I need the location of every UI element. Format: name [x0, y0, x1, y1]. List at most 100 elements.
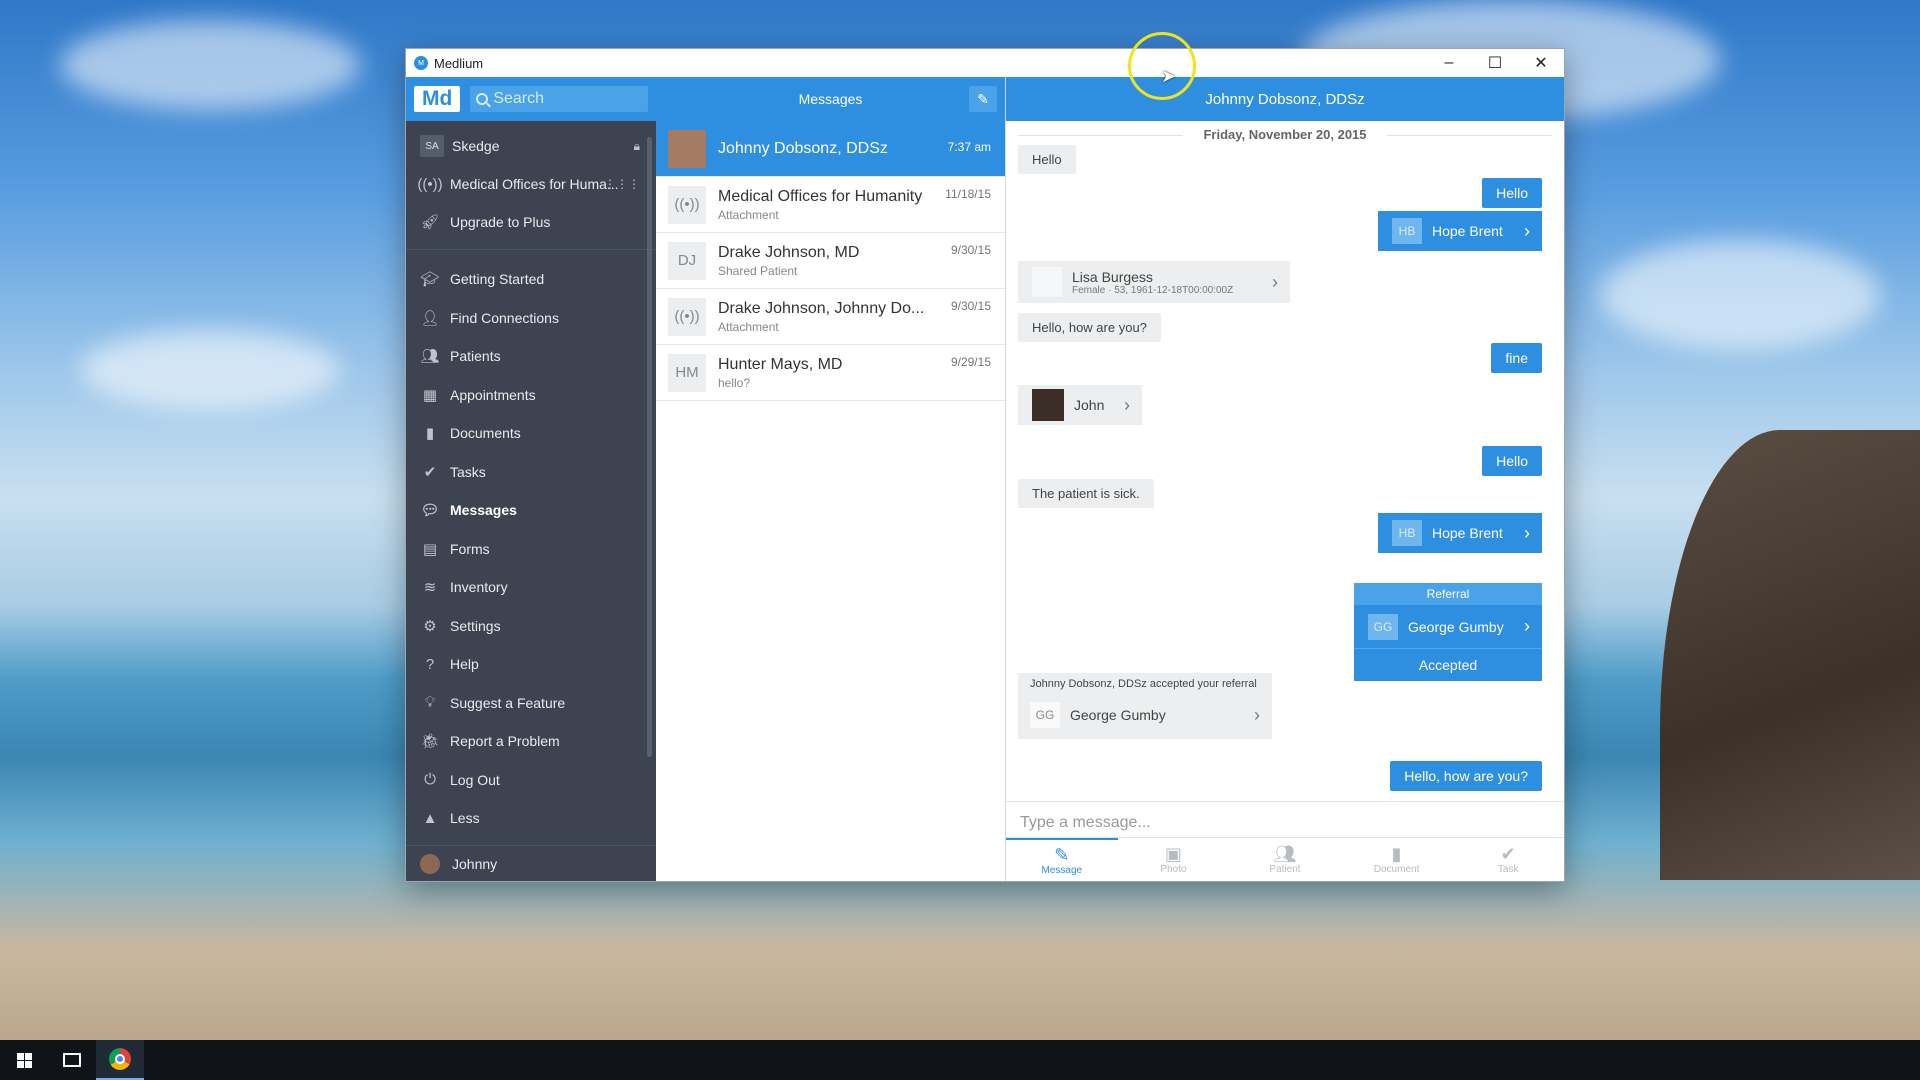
patient-icon: [1032, 267, 1062, 297]
shared-photo-card[interactable]: John ›: [1018, 385, 1142, 425]
sidebar-item-forms[interactable]: ▤ Forms: [406, 530, 656, 569]
referral-card[interactable]: Referral GG George Gumby › Accepted: [1354, 583, 1542, 681]
sidebar-item-tasks[interactable]: ✔ Tasks: [406, 453, 656, 492]
sidebar-item-settings[interactable]: ⚙ Settings: [406, 607, 656, 646]
org-badge: SA: [420, 135, 444, 157]
grid-icon[interactable]: ⋮⋮⋮: [604, 177, 640, 191]
message-outgoing: Hello, how are you?: [1390, 761, 1542, 791]
minimize-button[interactable]: –: [1426, 49, 1472, 77]
background-rock: [1660, 430, 1920, 880]
referral-status: Accepted: [1418, 657, 1478, 673]
tab-message[interactable]: ✎ Message: [1006, 838, 1118, 881]
camera-icon: ▣: [1164, 844, 1182, 864]
message-outgoing: Hello: [1482, 178, 1542, 208]
sidebar-item-messages[interactable]: 💬︎ Messages: [406, 491, 656, 530]
avatar: HB: [1392, 520, 1422, 546]
referral-name: George Gumby: [1408, 618, 1504, 635]
broadcast-icon: ((•)): [668, 297, 706, 336]
sidebar-item-log-out[interactable]: ⏻ Log Out: [406, 761, 656, 800]
shared-patient-card[interactable]: Lisa Burgess Female · 53, 1961-12-18T00:…: [1018, 261, 1290, 303]
sidebar-item-patients[interactable]: 👥︎ Patients: [406, 337, 656, 376]
conversation-preview: Attachment: [718, 319, 779, 334]
sidebar-item-label: Medical Offices for Huma...: [450, 176, 619, 192]
shared-contact-card[interactable]: HB Hope Brent ›: [1378, 211, 1542, 251]
tab-label: Message: [1041, 865, 1083, 876]
sidebar-main-group: 🎓︎ Getting Started 👤︎ Find Connections 👥︎ P…: [406, 250, 656, 838]
sidebar-item-getting-started[interactable]: 🎓︎ Getting Started: [406, 260, 656, 299]
referral-patient[interactable]: GG George Gumby ›: [1354, 605, 1542, 649]
tab-label: Document: [1373, 864, 1420, 875]
accepted-patient[interactable]: GG George Gumby ›: [1018, 695, 1272, 735]
tab-patient[interactable]: 👥︎ Patient: [1229, 838, 1341, 881]
chat-messages: Friday, November 20, 2015 Hello Hello HB…: [1006, 121, 1564, 801]
power-icon: ⏻: [424, 771, 436, 789]
sidebar-item-find-connections[interactable]: 👤︎ Find Connections: [406, 299, 656, 338]
avatar: GG: [1030, 702, 1060, 728]
conversation-time: 7:37 am: [947, 140, 991, 154]
avatar: HM: [668, 353, 706, 392]
sidebar-item-label: Help: [450, 656, 479, 673]
sidebar-scrollbar[interactable]: [647, 137, 652, 757]
sidebar-item-label: Tasks: [450, 463, 486, 480]
conversation-preview: hello?: [718, 375, 751, 390]
bug-icon: 🐞︎: [420, 733, 440, 751]
tab-document[interactable]: ▮ Document: [1341, 838, 1453, 881]
sidebar-item-label: Less: [450, 810, 480, 827]
start-button[interactable]: [0, 1040, 48, 1080]
sidebar-item-medical-offices[interactable]: ((•)) Medical Offices for Huma... ⋮⋮⋮: [406, 165, 656, 203]
message-incoming: The patient is sick.: [1018, 479, 1154, 508]
chat-panel: Johnny Dobsonz, DDSz Friday, November 20…: [1006, 77, 1564, 881]
conversation-preview: Attachment: [718, 207, 779, 222]
chat-bubbles-icon: 💬︎: [420, 502, 440, 520]
task-view-button[interactable]: [48, 1040, 96, 1080]
tab-task[interactable]: ✔ Task: [1452, 838, 1564, 881]
sidebar-item-inventory[interactable]: ≋ Inventory: [406, 568, 656, 607]
tab-photo[interactable]: ▣ Photo: [1118, 838, 1230, 881]
sidebar-item-label: Skedge: [452, 138, 500, 154]
sidebar-item-documents[interactable]: ▮ Documents: [406, 414, 656, 453]
user-name: Johnny: [452, 855, 498, 872]
photo-name: John: [1074, 397, 1105, 413]
chrome-taskbar-button[interactable]: [96, 1040, 144, 1080]
close-button[interactable]: ✕: [1518, 49, 1564, 77]
avatar: [668, 129, 706, 168]
compose-icon[interactable]: ✎: [969, 86, 997, 112]
conversation-item[interactable]: ((•)) Medical Offices for Humanity Attac…: [656, 177, 1005, 233]
sidebar-item-label: Inventory: [450, 579, 508, 596]
shared-contact-card[interactable]: HB Hope Brent ›: [1378, 513, 1542, 553]
sidebar-item-help[interactable]: ? Help: [406, 645, 656, 684]
md-logo[interactable]: Md: [414, 86, 461, 112]
sidebar-top-group: SA Skedge 🔒︎ ((•)) Medical Offices for H…: [406, 121, 656, 250]
sidebar-item-label: Documents: [450, 425, 521, 442]
sidebar-item-upgrade[interactable]: 🚀︎ Upgrade to Plus: [406, 203, 656, 241]
maximize-button[interactable]: ☐: [1472, 49, 1518, 77]
conversation-item[interactable]: DJ Drake Johnson, MD Shared Patient 9/30…: [656, 233, 1005, 289]
list-header: Messages ✎: [656, 77, 1005, 121]
sidebar-item-report-problem[interactable]: 🐞︎ Report a Problem: [406, 722, 656, 761]
sidebar-item-less[interactable]: ▲ Less: [406, 799, 656, 838]
search-input[interactable]: Search: [470, 86, 648, 112]
conversation-list: Messages ✎ Johnny Dobsonz, DDSz 7:37 am …: [656, 77, 1006, 881]
sidebar-item-suggest-feature[interactable]: 💡︎ Suggest a Feature: [406, 684, 656, 723]
document-icon: ▮: [1391, 844, 1402, 864]
title-bar[interactable]: M Medlium – ☐ ✕: [406, 49, 1564, 77]
add-person-icon: 👤︎: [420, 309, 440, 327]
referral-accepted-notice[interactable]: Johnny Dobsonz, DDSz accepted your refer…: [1018, 673, 1272, 739]
conversation-name: Drake Johnson, MD: [718, 243, 860, 261]
conversation-time: 9/29/15: [950, 355, 991, 369]
conversation-item[interactable]: Johnny Dobsonz, DDSz 7:37 am: [656, 121, 1005, 177]
sidebar-header: Md Search: [406, 77, 656, 121]
conversation-item[interactable]: HM Hunter Mays, MD hello? 9/29/15: [656, 345, 1005, 401]
conversation-item[interactable]: ((•)) Drake Johnson, Johnny Do... Attach…: [656, 289, 1005, 345]
sidebar-item-label: Settings: [450, 617, 501, 634]
sidebar-item-label: Appointments: [450, 386, 536, 403]
sidebar-item-skedge[interactable]: SA Skedge 🔒︎: [406, 127, 656, 165]
patient-icon: 👥︎: [1273, 844, 1297, 864]
attachment-tabs: ✎ Message ▣ Photo 👥︎ Patient ▮ Document …: [1006, 837, 1564, 881]
mouse-cursor-icon: ➤: [1161, 66, 1177, 86]
message-outgoing: fine: [1491, 343, 1542, 373]
current-user[interactable]: Johnny: [406, 845, 656, 881]
conversation-name: Medical Offices for Humanity: [718, 187, 923, 205]
sidebar-item-appointments[interactable]: ▦ Appointments: [406, 376, 656, 415]
calendar-icon: ▦: [422, 386, 438, 404]
